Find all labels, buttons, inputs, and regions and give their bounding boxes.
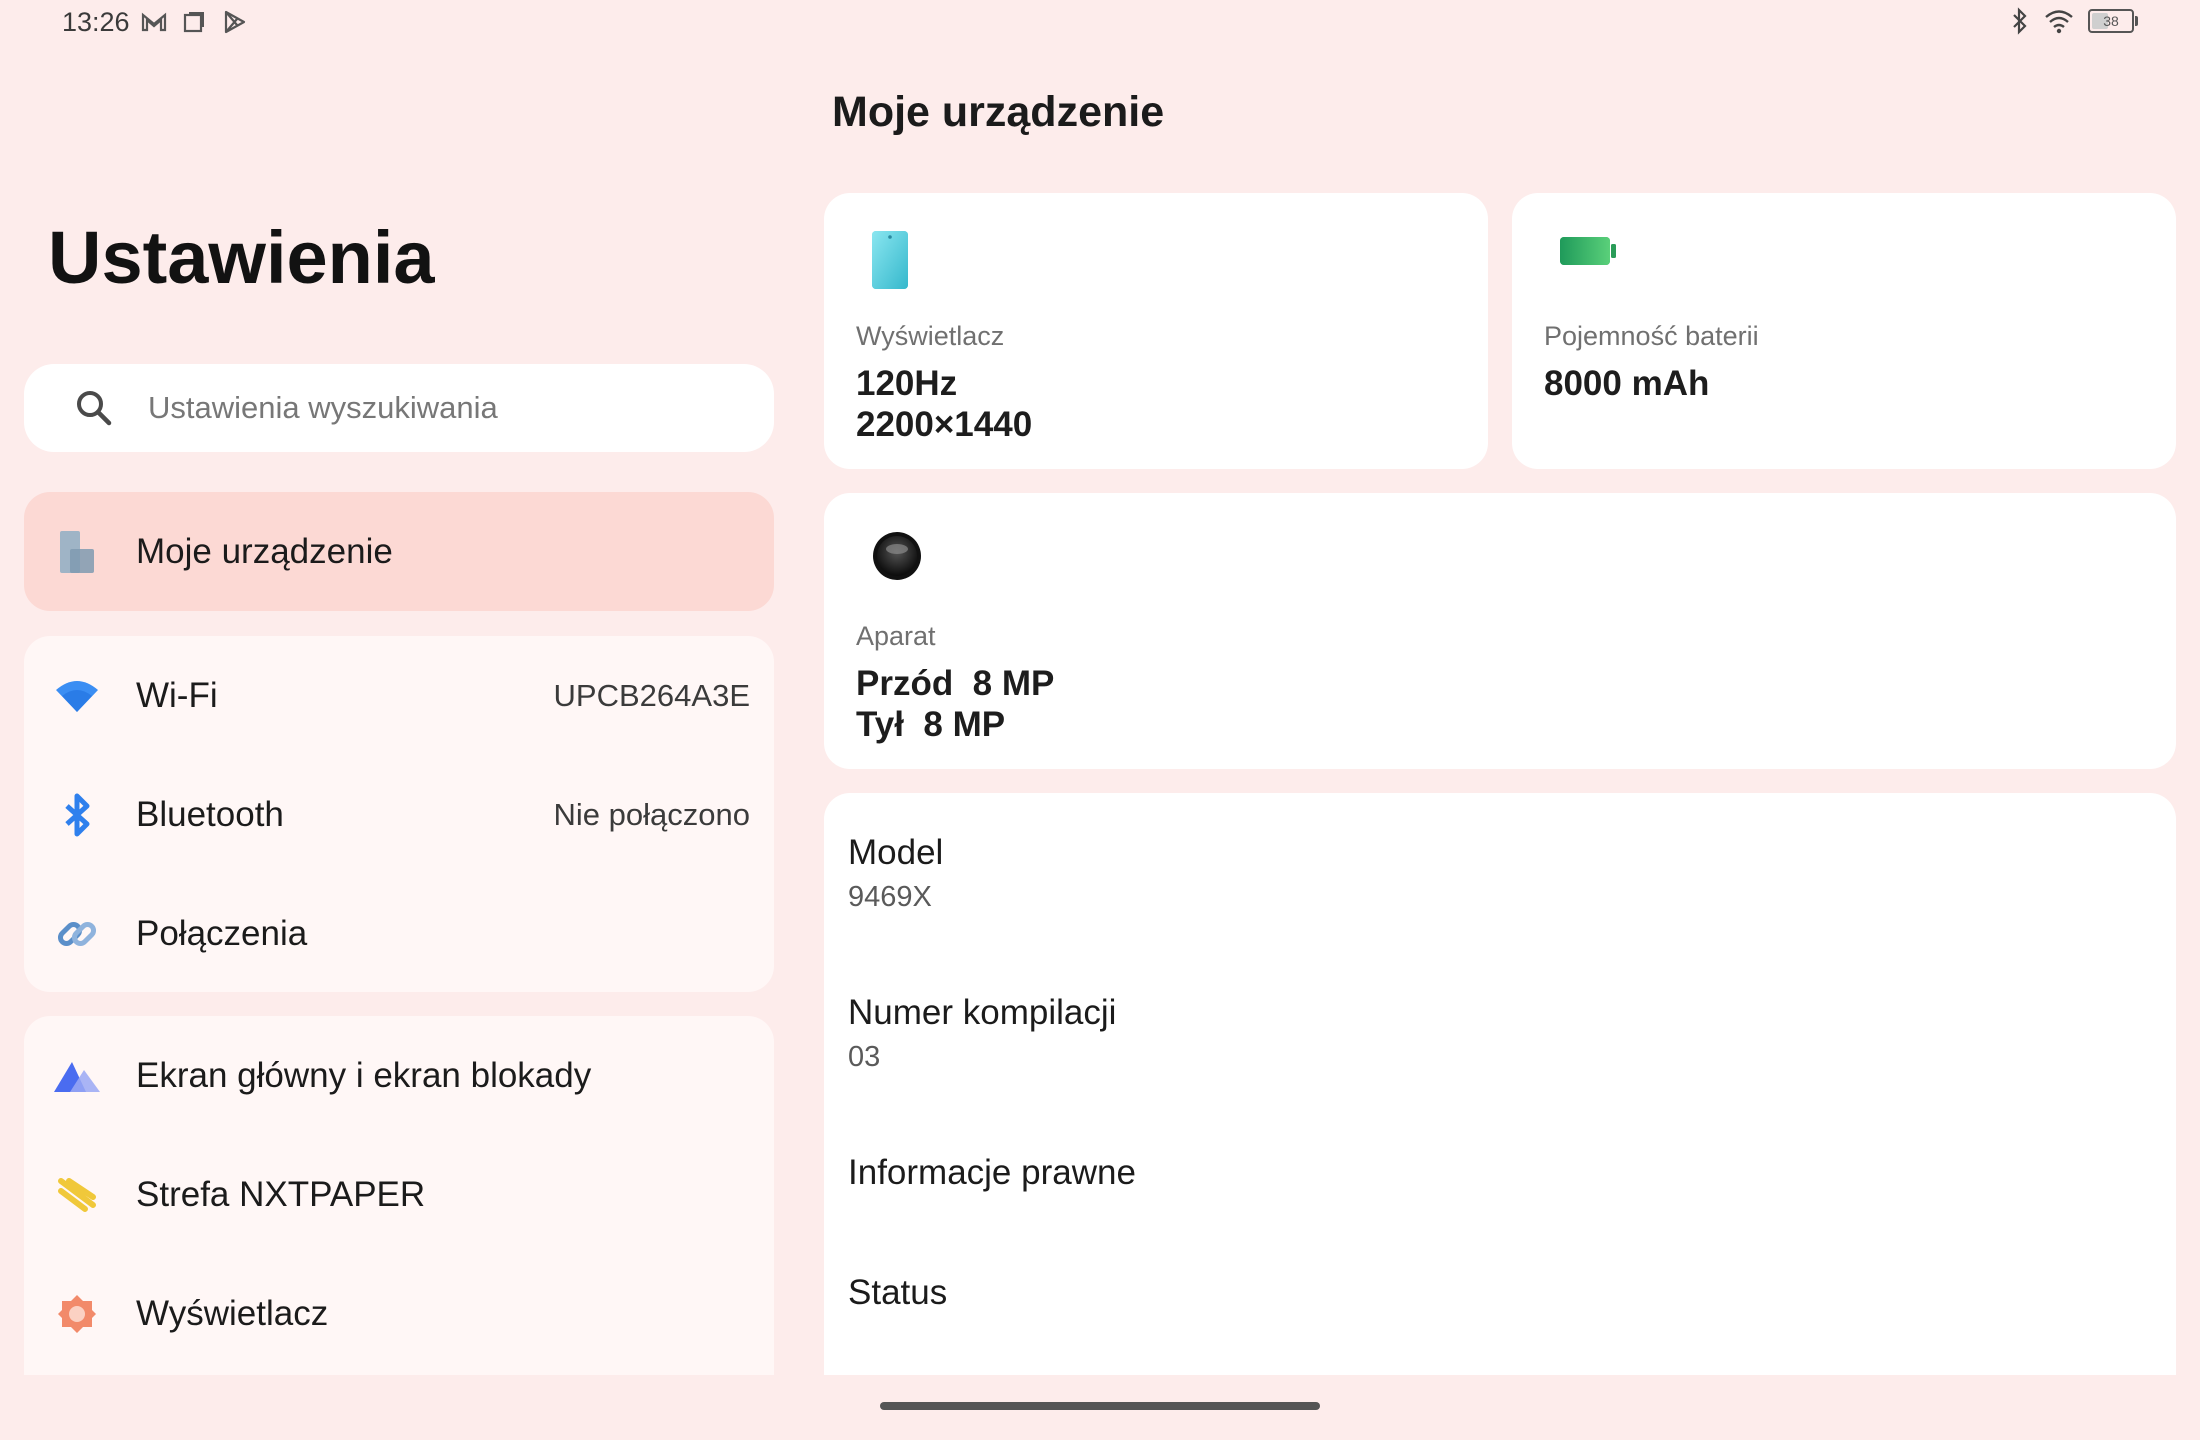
- status-bar: 13:26 38: [0, 0, 2200, 46]
- link-icon: [52, 909, 102, 959]
- display-refresh-rate: 120Hz: [856, 364, 958, 403]
- nxtpaper-icon: [52, 1170, 102, 1220]
- sidebar-item-wifi[interactable]: Wi-Fi UPCB264A3E: [24, 636, 774, 755]
- device-info-list: Model 9469X Numer kompilacji 03 Informac…: [824, 793, 2176, 1440]
- bluetooth-status: Nie połączono: [553, 796, 750, 832]
- sidebar-item-connections[interactable]: Połączenia: [24, 874, 774, 992]
- info-item-legal[interactable]: Informacje prawne: [848, 1153, 1136, 1193]
- page-title: Moje urządzenie: [832, 88, 1165, 136]
- info-key: Status: [848, 1273, 948, 1312]
- gesture-handle[interactable]: [880, 1402, 1320, 1410]
- bluetooth-icon: [2013, 7, 2027, 35]
- info-item-model[interactable]: Model 9469X: [848, 833, 943, 914]
- info-item-status[interactable]: Status: [848, 1273, 947, 1313]
- phone-display-icon: [872, 231, 908, 289]
- connections-label: Połączenia: [136, 913, 308, 953]
- wifi-icon: [2045, 10, 2073, 34]
- sidebar-item-bluetooth[interactable]: Bluetooth Nie połączono: [24, 755, 774, 874]
- battery-icon: 38: [2088, 9, 2138, 33]
- bluetooth-label: Bluetooth: [136, 794, 284, 834]
- info-key: Informacje prawne: [848, 1153, 1136, 1192]
- display-resolution: 2200×1440: [856, 405, 1033, 444]
- sidebar-item-nxtpaper[interactable]: Strefa NXTPAPER: [24, 1135, 774, 1254]
- connectivity-group: Wi-Fi UPCB264A3E Bluetooth Nie połączono…: [24, 636, 774, 992]
- info-value: 03: [848, 1041, 881, 1073]
- bluetooth-icon: [52, 790, 102, 840]
- sidebar-item-label: Moje urządzenie: [136, 531, 393, 571]
- info-key: Numer kompilacji: [848, 993, 1117, 1032]
- battery-tile[interactable]: Pojemność baterii 8000 mAh: [1512, 193, 2176, 469]
- home-lock-label: Ekran główny i ekran blokady: [136, 1055, 592, 1095]
- display-label: Wyświetlacz: [136, 1293, 329, 1333]
- camera-front: Przód 8 MP: [856, 664, 1055, 703]
- play-store-icon: [224, 10, 246, 34]
- display-tile-label: Wyświetlacz: [856, 321, 1005, 351]
- search-placeholder: Ustawienia wyszukiwania: [148, 390, 498, 425]
- sidebar-item-my-device[interactable]: Moje urządzenie: [24, 492, 774, 611]
- info-item-build-number[interactable]: Numer kompilacji 03: [848, 993, 1116, 1074]
- mountain-icon: [52, 1051, 102, 1101]
- nxtpaper-label: Strefa NXTPAPER: [136, 1174, 426, 1214]
- camera-lens-icon: [873, 532, 921, 580]
- square-app-icon: [183, 12, 204, 33]
- search-bar[interactable]: Ustawienia wyszukiwania: [24, 364, 774, 452]
- info-value: 9469X: [848, 881, 932, 913]
- device-icon: [52, 527, 102, 577]
- settings-title: Ustawienia: [48, 216, 435, 299]
- search-icon: [77, 391, 112, 426]
- sidebar-item-display[interactable]: Wyświetlacz: [24, 1254, 774, 1373]
- camera-rear: Tył 8 MP: [856, 705, 1006, 744]
- battery-capacity-icon: [1560, 237, 1616, 265]
- wifi-icon: [52, 671, 102, 721]
- gmail-icon: [141, 12, 167, 32]
- info-key: Model: [848, 833, 944, 872]
- sidebar-item-home-lock-screen[interactable]: Ekran główny i ekran blokady: [24, 1016, 774, 1135]
- status-time: 13:26: [62, 7, 130, 37]
- camera-tile-label: Aparat: [856, 621, 936, 651]
- wifi-network: UPCB264A3E: [553, 677, 750, 713]
- display-tile[interactable]: Wyświetlacz 120Hz 2200×1440: [824, 193, 1488, 469]
- battery-tile-label: Pojemność baterii: [1544, 321, 1759, 351]
- camera-tile[interactable]: Aparat Przód 8 MP Tył 8 MP: [824, 493, 2176, 769]
- battery-level: 38: [2103, 13, 2119, 29]
- wifi-label: Wi-Fi: [136, 675, 218, 715]
- battery-capacity-value: 8000 mAh: [1544, 364, 1710, 403]
- display-gear-icon: [52, 1289, 102, 1339]
